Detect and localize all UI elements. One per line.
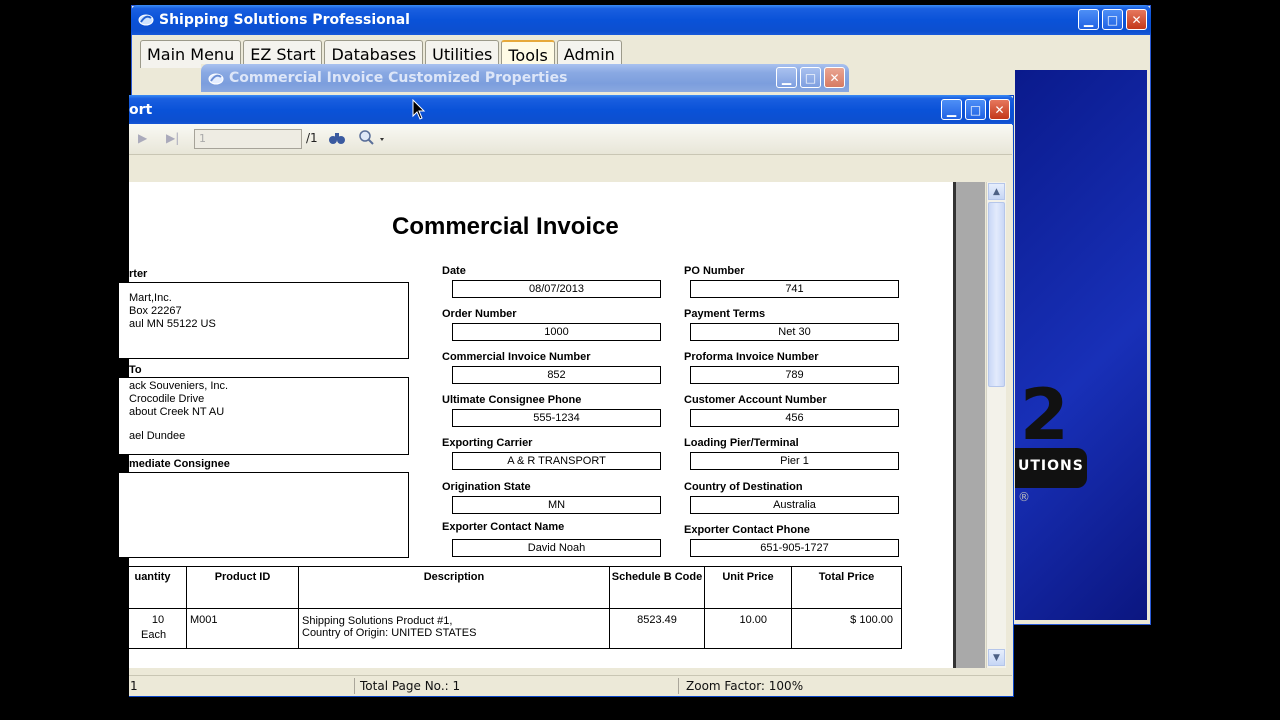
- po-number-value: 741: [690, 280, 899, 298]
- exporter-contact-phone-label: Exporter Contact Phone: [684, 524, 810, 536]
- po-number-label: PO Number: [684, 265, 745, 277]
- maximize-button[interactable]: □: [800, 67, 821, 88]
- exporter-label: rter: [129, 268, 148, 280]
- date-label: Date: [442, 265, 466, 277]
- close-button[interactable]: ✕: [824, 67, 845, 88]
- order-number-value: 1000: [452, 323, 661, 341]
- commercial-invoice-number-label: Commercial Invoice Number: [442, 351, 591, 363]
- ship-to-label: To: [129, 364, 142, 376]
- commercial-invoice-number-value: 852: [452, 366, 661, 384]
- cell-quantity: 10 Each: [118, 608, 187, 649]
- find-binoculars-icon[interactable]: [328, 130, 346, 146]
- zoom-magnifier-icon[interactable]: [358, 129, 388, 147]
- line-items-table: uantity Product ID Description Schedule …: [118, 566, 902, 649]
- col-quantity: uantity: [118, 566, 187, 609]
- brand-panel: [1015, 70, 1147, 620]
- vertical-scrollbar[interactable]: ▲ ▼: [986, 182, 1006, 668]
- exporting-carrier-label: Exporting Carrier: [442, 437, 533, 449]
- brand-logo-text: UTIONS: [1018, 458, 1084, 474]
- cell-schedule-b: 8523.49: [609, 608, 705, 649]
- page-total-label: /1: [306, 131, 318, 145]
- cell-total-price: $ 100.00: [791, 608, 902, 649]
- main-window-title: Shipping Solutions Professional: [159, 12, 410, 28]
- country-of-destination-label: Country of Destination: [684, 481, 803, 493]
- scroll-down-icon[interactable]: ▼: [988, 649, 1005, 666]
- intermediate-consignee-box: [118, 472, 409, 558]
- cell-product-id: M001: [186, 608, 299, 649]
- exporter-address: Mart,Inc. Box 22267 aul MN 55122 US: [129, 292, 216, 330]
- country-of-destination-value: Australia: [690, 496, 899, 514]
- status-total-pages: Total Page No.: 1: [360, 679, 461, 693]
- customer-account-number-label: Customer Account Number: [684, 394, 827, 406]
- col-description: Description: [298, 566, 610, 609]
- table-header-row: uantity Product ID Description Schedule …: [118, 566, 902, 609]
- exporter-contact-name-label: Exporter Contact Name: [442, 521, 565, 533]
- customer-account-number-value: 456: [690, 409, 899, 427]
- exporter-contact-phone-value: 651-905-1727: [690, 539, 899, 557]
- page-margin-area: [953, 182, 985, 668]
- order-number-label: Order Number: [442, 308, 517, 320]
- minimize-button[interactable]: ▁: [1078, 9, 1099, 30]
- maximize-button[interactable]: □: [965, 99, 986, 120]
- properties-window-title: Commercial Invoice Customized Properties: [229, 70, 568, 86]
- exporting-carrier-value: A & R TRANSPORT: [452, 452, 661, 470]
- main-title-bar[interactable]: Shipping Solutions Professional ▁ □ ✕: [131, 5, 1151, 35]
- minimize-button[interactable]: ▁: [776, 67, 797, 88]
- brand-logo-numeral: 2: [1020, 374, 1069, 456]
- origination-state-value: MN: [452, 496, 661, 514]
- close-button[interactable]: ✕: [989, 99, 1010, 120]
- properties-title-bar[interactable]: Commercial Invoice Customized Properties…: [201, 64, 849, 92]
- app-logo-icon: [138, 14, 154, 26]
- origination-state-label: Origination State: [442, 481, 531, 493]
- close-button[interactable]: ✕: [1126, 9, 1147, 30]
- last-page-icon[interactable]: ▶|: [166, 131, 179, 145]
- exporter-contact-name-value: David Noah: [452, 539, 661, 557]
- proforma-invoice-number-value: 789: [690, 366, 899, 384]
- scroll-up-icon[interactable]: ▲: [988, 183, 1005, 200]
- ship-to-address: ack Souveniers, Inc. Crocodile Drive abo…: [129, 380, 229, 442]
- col-product-id: Product ID: [186, 566, 299, 609]
- invoice-title: Commercial Invoice: [392, 213, 619, 240]
- col-total-price: Total Price: [791, 566, 902, 609]
- col-schedule-b: Schedule B Code: [609, 566, 705, 609]
- loading-pier-label: Loading Pier/Terminal: [684, 437, 799, 449]
- table-row: 10 Each M001 Shipping Solutions Product …: [118, 608, 902, 649]
- intermediate-consignee-label: mediate Consignee: [129, 458, 230, 470]
- maximize-button[interactable]: □: [1102, 9, 1123, 30]
- cell-description: Shipping Solutions Product #1, Country o…: [298, 608, 610, 649]
- payment-terms-value: Net 30: [690, 323, 899, 341]
- proforma-invoice-number-label: Proforma Invoice Number: [684, 351, 819, 363]
- status-page: 1: [130, 679, 138, 693]
- registered-mark: ®: [1018, 490, 1030, 504]
- cell-unit-price: 10.00: [704, 608, 792, 649]
- toolbar-spacer: [129, 154, 1012, 182]
- date-value: 08/07/2013: [452, 280, 661, 298]
- report-window-title: ort: [129, 102, 153, 118]
- page-number-input[interactable]: 1: [194, 129, 302, 149]
- payment-terms-label: Payment Terms: [684, 308, 766, 320]
- status-zoom: Zoom Factor: 100%: [686, 679, 804, 693]
- loading-pier-value: Pier 1: [690, 452, 899, 470]
- ultimate-consignee-phone-value: 555-1234: [452, 409, 661, 427]
- report-title-bar[interactable]: ort ▁ □ ✕: [129, 95, 1014, 125]
- mouse-cursor-icon: [412, 99, 426, 120]
- app-logo-icon: [208, 73, 224, 85]
- minimize-button[interactable]: ▁: [941, 99, 962, 120]
- ultimate-consignee-phone-label: Ultimate Consignee Phone: [442, 394, 582, 406]
- status-bar: 1 Total Page No.: 1 Zoom Factor: 100%: [129, 675, 1012, 695]
- col-unit-price: Unit Price: [704, 566, 792, 609]
- scroll-thumb[interactable]: [988, 202, 1005, 387]
- next-page-icon[interactable]: ▶: [138, 131, 147, 145]
